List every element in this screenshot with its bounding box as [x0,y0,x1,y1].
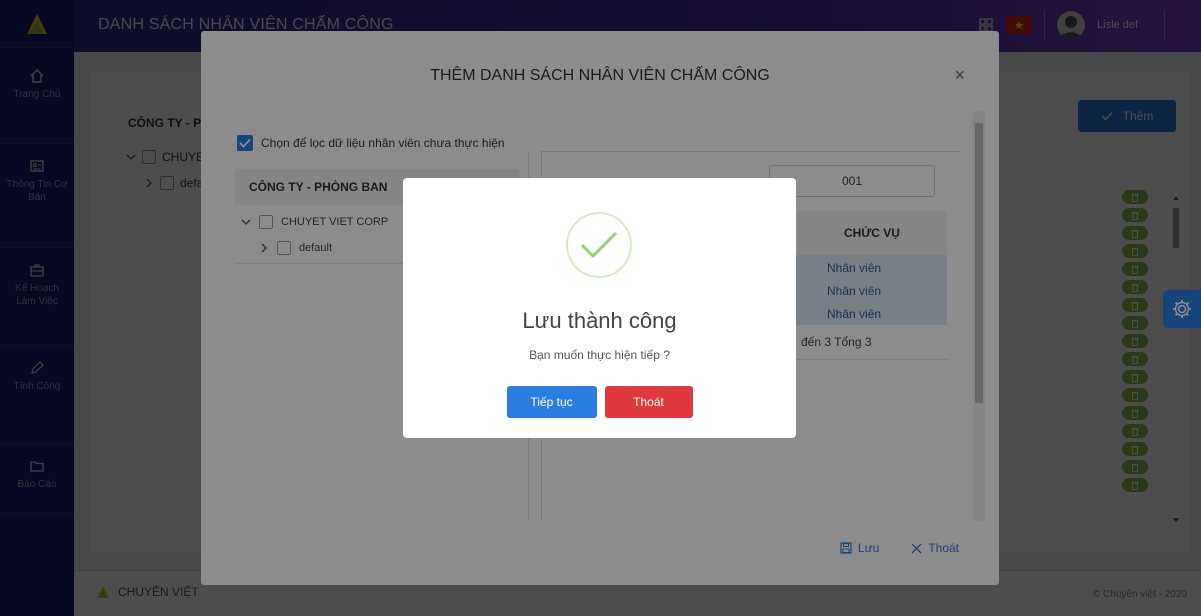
dialog-message: Bạn muốn thực hiện tiếp ? [529,348,670,362]
continue-button[interactable]: Tiếp tục [506,386,597,418]
dialog-exit-button[interactable]: Thoát [604,386,693,418]
dialog-title: Lưu thành công [522,308,677,333]
dialog-buttons: Tiếp tục Thoát [403,386,796,418]
success-dialog: Lưu thành công Bạn muốn thực hiện tiếp ?… [403,178,796,438]
success-check-icon [566,212,632,278]
